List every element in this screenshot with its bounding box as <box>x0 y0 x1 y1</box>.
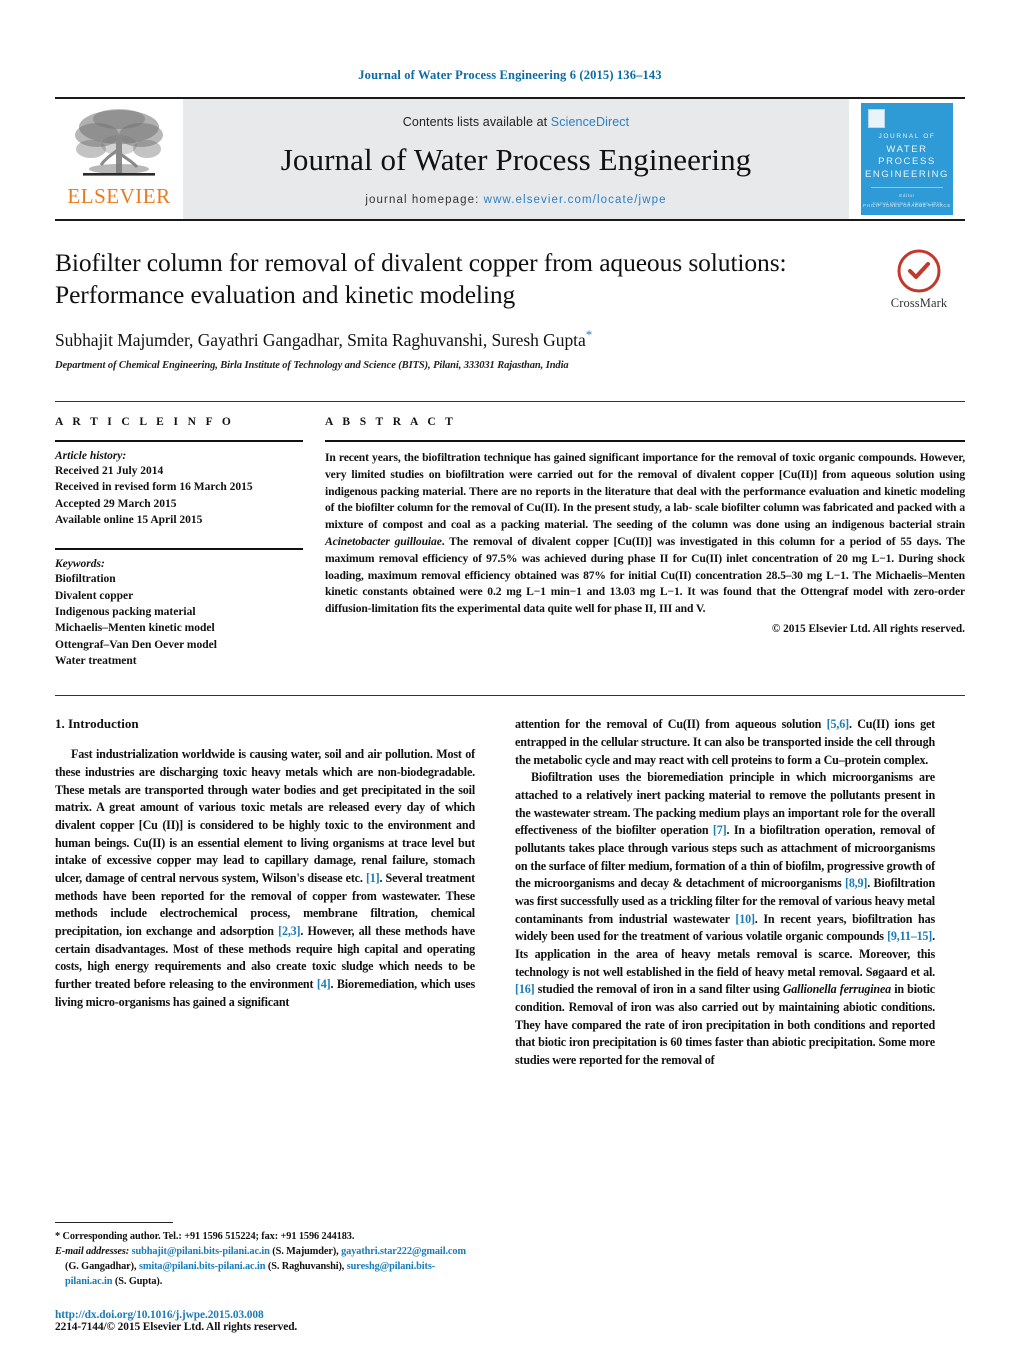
email-addresses-label: E-mail addresses: <box>55 1245 130 1257</box>
citation-ref[interactable]: [7] <box>713 823 727 837</box>
crossmark-icon <box>897 249 941 293</box>
homepage-url-link[interactable]: www.elsevier.com/locate/jwpe <box>484 194 667 206</box>
homepage-label: journal homepage: <box>365 193 480 206</box>
keyword-item: Indigenous packing material <box>55 606 196 619</box>
intro-paragraph-right-2: Biofiltration uses the bioremediation pr… <box>515 769 935 1069</box>
crossmark-label: CrossMark <box>890 296 948 310</box>
history-item: Received in revised form 16 March 2015 <box>55 481 253 494</box>
email-owner-1: (S. Majumder), <box>269 1245 339 1257</box>
info-abstract-region: A R T I C L E I N F O Article history: R… <box>55 401 965 669</box>
page-title: Biofilter column for removal of divalent… <box>55 248 787 310</box>
citation-ref[interactable]: [4] <box>317 977 331 991</box>
cover-badge-icon <box>868 109 885 128</box>
cover-line-2: WATER PROCESS <box>878 144 936 167</box>
email-link-2[interactable]: gayathri.star222@gmail.com <box>341 1246 466 1257</box>
intro-right2-f: studied the removal of iron in a sand fi… <box>534 982 783 997</box>
masthead-bottom-rule <box>55 219 965 221</box>
citation-ref[interactable]: [16] <box>515 982 535 996</box>
author-list: Subhajit Majumder, Gayathri Gangadhar, S… <box>55 327 855 351</box>
author-names: Subhajit Majumder, Gayathri Gangadhar, S… <box>55 330 586 351</box>
sciencedirect-link[interactable]: ScienceDirect <box>551 115 629 129</box>
abstract-part-1: In recent years, the biofiltration techn… <box>325 451 965 532</box>
email-link-1[interactable]: subhajit@pilani.bits-pilani.ac.in <box>132 1246 270 1257</box>
corresponding-author-note: * Corresponding author. Tel.: +91 1596 5… <box>55 1229 475 1244</box>
elsevier-wordmark: ELSEVIER <box>67 184 171 208</box>
journal-cover-thumbnail[interactable]: JOURNAL OF WATER PROCESS ENGINEERING Edi… <box>861 103 953 215</box>
elsevier-logo: ELSEVIER <box>55 99 183 219</box>
section-heading-introduction: 1. Introduction <box>55 716 139 732</box>
abstract-text: In recent years, the biofiltration techn… <box>325 450 965 618</box>
cover-editors-label: Editor <box>899 192 915 198</box>
citation-ref[interactable]: [8,9] <box>845 876 867 890</box>
email-addresses-note: E-mail addresses: subhajit@pilani.bits-p… <box>55 1244 475 1289</box>
article-info-column: A R T I C L E I N F O Article history: R… <box>55 416 303 669</box>
footnote-block: * Corresponding author. Tel.: +91 1596 5… <box>55 1221 475 1289</box>
contents-prefix: Contents lists available at <box>402 114 551 129</box>
journal-cover-cell: JOURNAL OF WATER PROCESS ENGINEERING Edi… <box>849 99 965 219</box>
cover-divider <box>871 186 943 188</box>
issn-copyright-line: 2214-7144/© 2015 Elsevier Ltd. All right… <box>55 1321 298 1333</box>
email-owner-3: (S. Raghuvanshi), <box>265 1260 345 1272</box>
cover-footer: Journal Volume 6 January 2015 <box>871 201 943 206</box>
intro-left-a: Fast industrialization worldwide is caus… <box>55 747 475 885</box>
history-item: Available online 15 April 2015 <box>55 514 203 527</box>
history-item: Accepted 29 March 2015 <box>55 497 177 510</box>
body-columns: 1. Introduction Fast industrialization w… <box>55 716 965 1069</box>
cover-line-3: ENGINEERING <box>864 168 950 180</box>
intro-species-name: Gallionella ferruginea <box>782 982 892 997</box>
keywords-label: Keywords: <box>55 558 105 571</box>
journal-homepage-line: journal homepage: www.elsevier.com/locat… <box>365 194 666 206</box>
keywords-rule <box>55 548 303 551</box>
keyword-item: Michaelis–Menten kinetic model <box>55 622 215 635</box>
email-owner-4: (S. Gupta). <box>112 1275 163 1287</box>
corresponding-author-text: Corresponding author. Tel.: +91 1596 515… <box>60 1230 355 1242</box>
body-right-column: attention for the removal of Cu(II) from… <box>515 716 935 1069</box>
citation-ref[interactable]: [9,11–15] <box>887 929 932 943</box>
keyword-item: Water treatment <box>55 655 137 668</box>
article-history-label: Article history: <box>55 450 127 463</box>
corresponding-author-marker: * <box>585 327 593 343</box>
citation-ref[interactable]: [2,3] <box>278 924 300 938</box>
abstract-rule <box>325 440 965 443</box>
affiliation: Department of Chemical Engineering, Birl… <box>55 360 569 372</box>
abstract-copyright: © 2015 Elsevier Ltd. All rights reserved… <box>771 623 965 636</box>
crossmark-badge[interactable]: CrossMark <box>873 249 965 311</box>
intro-paragraph-right-1: attention for the removal of Cu(II) from… <box>515 716 935 769</box>
running-head: Journal of Water Process Engineering 6 (… <box>358 68 662 82</box>
keyword-item: Ottengraf–Van Den Oever model <box>55 638 217 651</box>
doi-link[interactable]: http://dx.doi.org/10.1016/j.jwpe.2015.03… <box>55 1309 485 1321</box>
keyword-item: Divalent copper <box>55 589 134 602</box>
intro-paragraph-left: Fast industrialization worldwide is caus… <box>55 746 475 1011</box>
intro-right-a: attention for the removal of Cu(II) from… <box>515 717 827 732</box>
body-top-rule <box>55 695 965 697</box>
article-page: Journal of Water Process Engineering 6 (… <box>0 0 1020 1351</box>
email-link-3[interactable]: smita@pilani.bits-pilani.ac.in <box>139 1261 266 1272</box>
journal-masthead: ELSEVIER Contents lists available at Sci… <box>55 97 965 219</box>
citation-ref[interactable]: [1] <box>366 871 380 885</box>
article-info-heading: A R T I C L E I N F O <box>55 416 235 429</box>
history-item: Received 21 July 2014 <box>55 465 164 478</box>
doi-block: http://dx.doi.org/10.1016/j.jwpe.2015.03… <box>55 1309 485 1333</box>
abstract-column: A B S T R A C T In recent years, the bio… <box>325 416 965 669</box>
contents-line: Contents lists available at ScienceDirec… <box>403 115 629 129</box>
article-info-rule <box>55 440 303 443</box>
journal-banner: Contents lists available at ScienceDirec… <box>183 99 849 219</box>
citation-ref[interactable]: [10] <box>735 912 755 926</box>
email-owner-2: (G. Gangadhar), <box>65 1260 137 1272</box>
elsevier-tree-icon <box>75 109 163 176</box>
keyword-item: Biofiltration <box>55 573 116 586</box>
journal-title: Journal of Water Process Engineering <box>280 141 752 177</box>
title-block: Biofilter column for removal of divalent… <box>55 247 965 371</box>
abstract-heading: A B S T R A C T <box>325 416 457 429</box>
body-left-column: 1. Introduction Fast industrialization w… <box>55 716 475 1069</box>
citation-ref[interactable]: [5,6] <box>827 717 849 731</box>
footnote-rule <box>55 1221 173 1223</box>
abstract-species-name: Acinetobacter guillouiae <box>325 535 442 549</box>
cover-line-1: JOURNAL OF <box>878 133 936 140</box>
